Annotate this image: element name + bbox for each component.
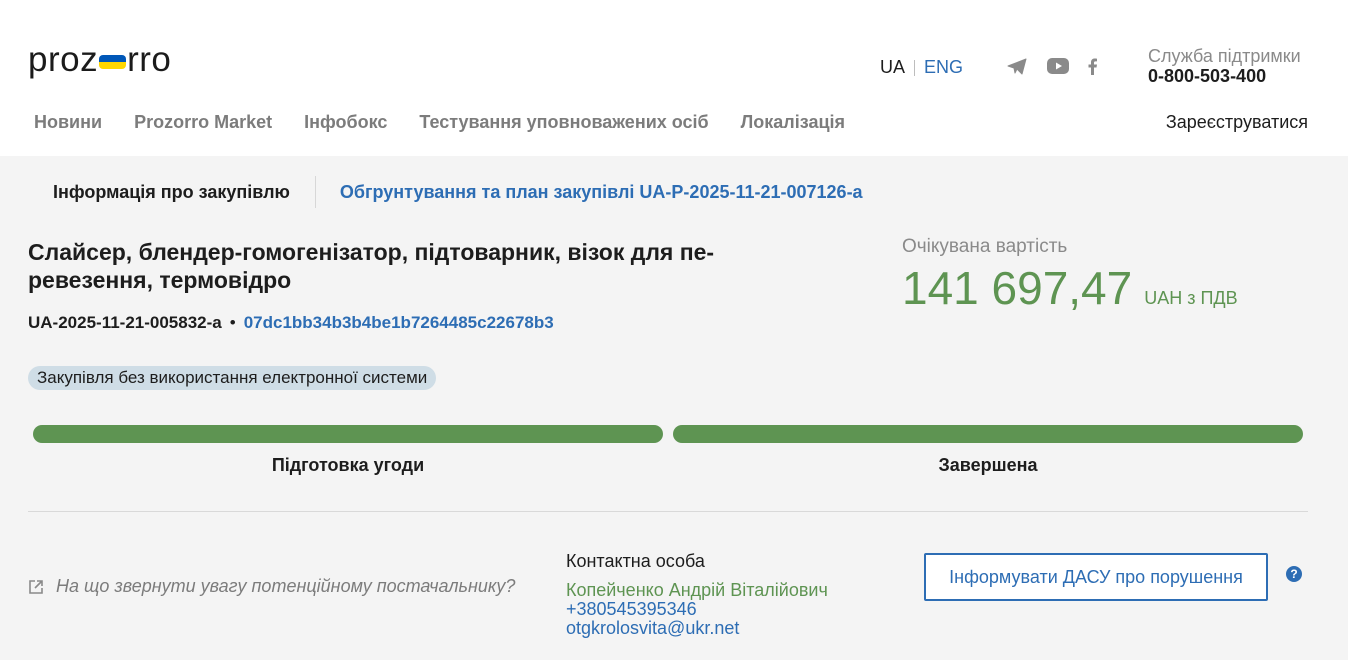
help-icon[interactable]: ?	[1286, 566, 1302, 582]
youtube-icon[interactable]	[1046, 56, 1070, 76]
ukraine-flag-icon	[99, 55, 127, 69]
tab-info[interactable]: Інформація про закупівлю	[28, 182, 315, 203]
contact-email[interactable]: otgkrolosvita@ukr.net	[566, 619, 828, 638]
contact-heading: Контактна особа	[566, 551, 705, 571]
expected-value-label: Очікувана вартість	[902, 236, 1068, 257]
tender-hash-link[interactable]: 07dc1bb34b3b4be1b7264485c22678b3	[244, 313, 554, 333]
tab-plan[interactable]: Обгрунтування та план закупівлі UA-P-202…	[316, 182, 863, 203]
nav-item-news[interactable]: Новини	[34, 112, 102, 133]
id-separator: •	[229, 313, 236, 332]
stage-label-completed: Завершена	[938, 455, 1038, 475]
lang-ua[interactable]: UA	[880, 57, 905, 78]
logo-text-left: proz	[28, 40, 99, 79]
tender-id: UA-2025-11-21-005832-a	[28, 313, 222, 332]
expected-currency: UAH з ПДВ	[1144, 288, 1238, 308]
supplier-attention-link[interactable]: На що звернути увагу потенційному постач…	[28, 576, 515, 597]
support-phone[interactable]: 0-800-503-400	[1148, 66, 1301, 86]
support-block: Служба підтримки 0-800-503-400	[1148, 46, 1301, 86]
site-header: proz rro UA ENG Служба підтримки 0-800-5…	[0, 0, 1348, 156]
procurement-type-badge: Закупівля без використання електронної с…	[28, 366, 437, 390]
tender-ids: UA-2025-11-21-005832-a • 07dc1bb34b3b4be…	[28, 313, 554, 333]
supplier-attention-text: На що звернути увагу потенційному постач…	[56, 576, 516, 596]
lang-eng[interactable]: ENG	[924, 57, 963, 78]
expected-value: Очікувана вартість 141 697,47 UAH з ПДВ	[902, 236, 1238, 314]
nav-item-testing[interactable]: Тестування уповноважених осіб	[419, 112, 708, 133]
expected-amount: 141 697,47	[902, 262, 1133, 314]
register-link[interactable]: Зареєструватися	[1166, 112, 1308, 133]
nav-item-infobox[interactable]: Інфобокс	[304, 112, 387, 133]
nav-item-localization[interactable]: Локалізація	[741, 112, 845, 133]
stage-bar-preparation	[33, 425, 663, 443]
nav-item-market[interactable]: Prozorro Market	[134, 112, 272, 133]
stage-bar-completed	[673, 425, 1303, 443]
contact-phone[interactable]: +380545395346	[566, 600, 828, 619]
contact-name: Копейченко Андрій Віталійович	[566, 580, 828, 600]
prozorro-logo[interactable]: proz rro	[28, 40, 171, 80]
telegram-icon[interactable]	[1006, 56, 1028, 76]
lang-divider	[914, 59, 916, 76]
facebook-icon[interactable]	[1086, 56, 1098, 76]
support-title: Служба підтримки	[1148, 46, 1301, 66]
section-divider	[28, 511, 1308, 512]
language-switcher: UA ENG	[880, 57, 963, 78]
contact-person: Контактна особа Копейченко Андрій Віталі…	[566, 552, 828, 638]
main-nav: Новини Prozorro Market Інфобокс Тестуван…	[34, 112, 877, 133]
stage-label-preparation: Підготовка угоди	[271, 455, 425, 475]
tender-tabs: Інформація про закупівлю Обгрунтування т…	[28, 176, 863, 208]
logo-text-right: rro	[127, 40, 172, 79]
report-dasu-button[interactable]: Інформувати ДАСУ про порушення	[924, 553, 1268, 601]
external-link-icon	[28, 579, 44, 595]
tender-title: Слайсер, блендер-гомогенізатор, підтовар…	[28, 239, 715, 293]
